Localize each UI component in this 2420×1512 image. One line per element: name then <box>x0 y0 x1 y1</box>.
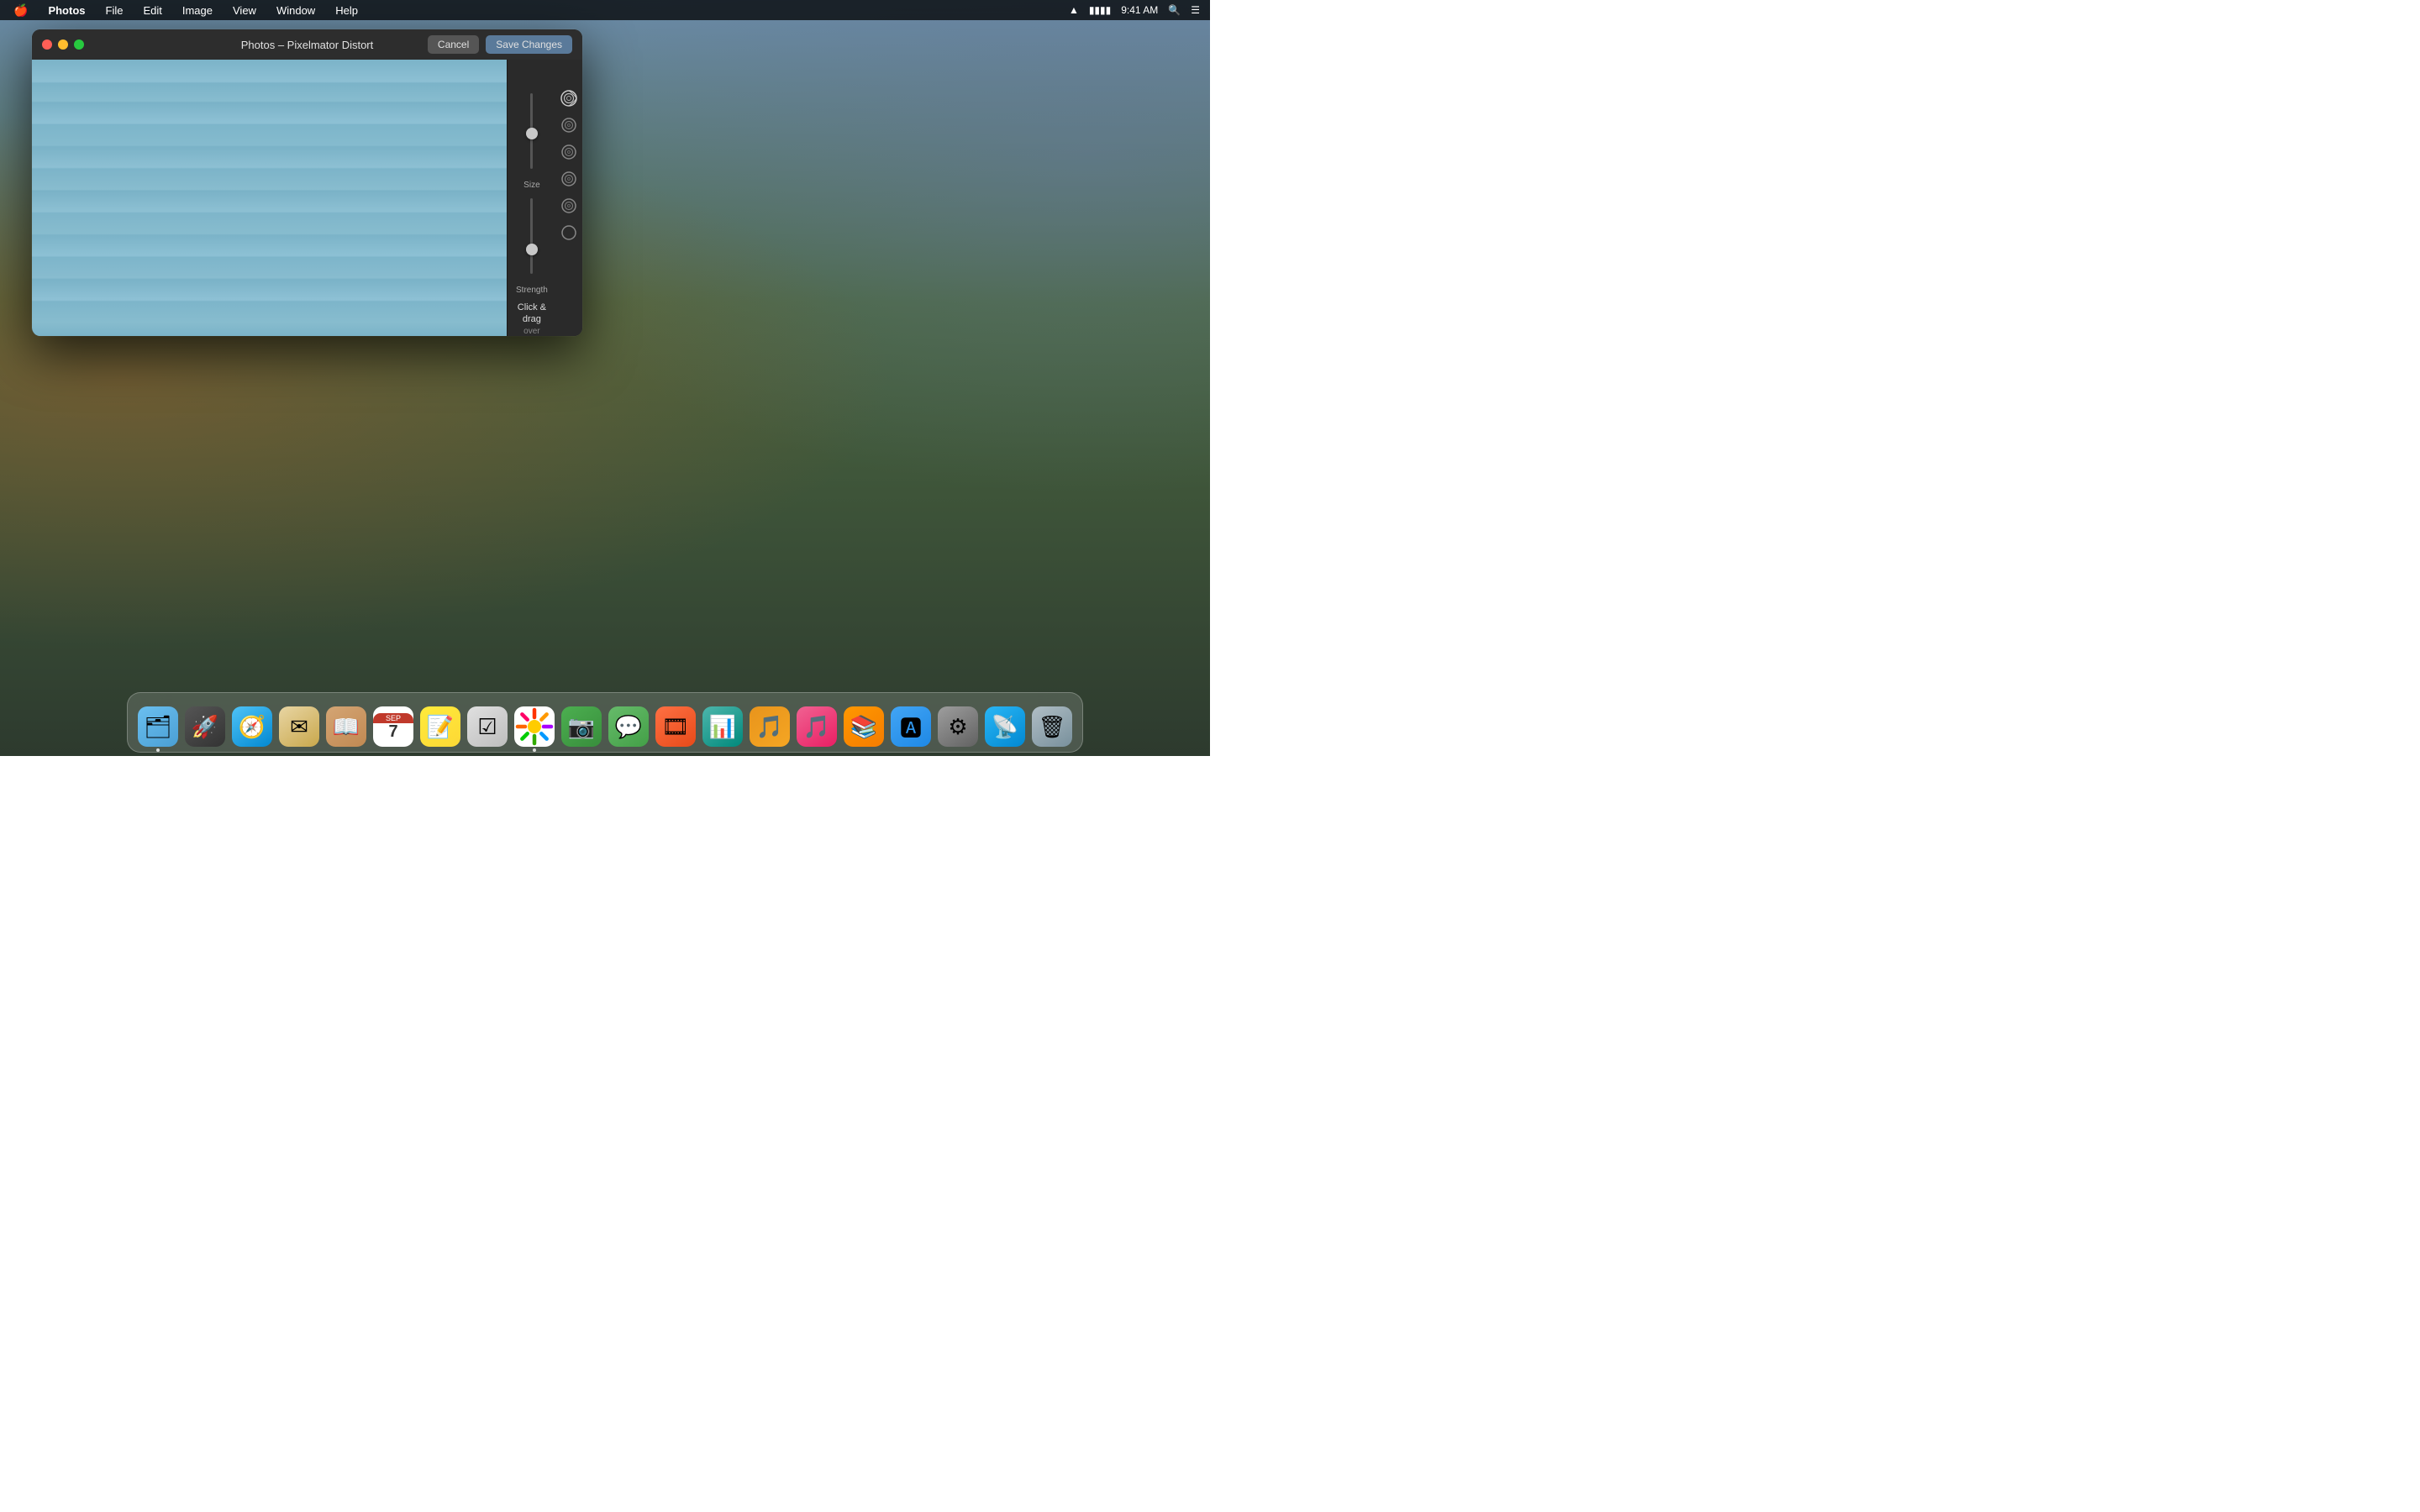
dock-item-safari[interactable]: 🧭 <box>230 703 274 747</box>
sysprefs-icon: ⚙ <box>938 706 978 747</box>
titlebar-actions: Cancel Save Changes <box>428 35 572 54</box>
photo-area[interactable] <box>32 60 507 336</box>
photo-canvas <box>32 60 507 336</box>
dock-item-launchpad[interactable]: 🚀 <box>183 703 227 747</box>
itunes-icon: 🎵 <box>797 706 837 747</box>
photo-background <box>32 60 507 336</box>
menubar: 🍎 Photos File Edit Image View Window Hel… <box>0 0 1210 20</box>
notification-icon[interactable]: ☰ <box>1191 4 1200 16</box>
dock: 🗂 🚀 🧭 ✉ 📖 SEP 7 📝 <box>127 692 1083 753</box>
mail-icon: ✉ <box>279 706 319 747</box>
sliders-area: Size Strength <box>508 85 556 319</box>
strength-slider-container: Strength <box>508 190 556 295</box>
click-drag-text: Click & drag <box>514 302 550 326</box>
ibooks-icon: 📚 <box>844 706 884 747</box>
tools-area <box>556 85 582 319</box>
dock-item-finder[interactable]: 🗂 <box>136 703 180 747</box>
menubar-view[interactable]: View <box>229 3 260 18</box>
dock-item-mail[interactable]: ✉ <box>277 703 321 747</box>
menubar-left: 🍎 Photos File Edit Image View Window Hel… <box>10 2 361 19</box>
dock-item-appstore[interactable]: 🅰 <box>889 703 933 747</box>
messages-icon: 💬 <box>608 706 649 747</box>
trash-icon: 🗑 <box>1032 706 1072 747</box>
dock-item-reminders[interactable]: ☑ <box>466 703 509 747</box>
window-minimize-button[interactable] <box>58 39 68 50</box>
twirl-cw-tool[interactable] <box>559 115 579 135</box>
desktop: 🍎 Photos File Edit Image View Window Hel… <box>0 0 1210 756</box>
safari-icon: 🧭 <box>232 706 272 747</box>
size-slider-track[interactable] <box>530 93 534 169</box>
airdrop-icon: 📡 <box>985 706 1025 747</box>
appstore-icon: 🅰 <box>891 706 931 747</box>
window-close-button[interactable] <box>42 39 52 50</box>
dock-item-trash[interactable]: 🗑 <box>1030 703 1074 747</box>
window-title: Photos – Pixelmator Distort <box>241 39 374 51</box>
keynote-icon: 🎞 <box>655 706 696 747</box>
size-label: Size <box>523 181 539 190</box>
sidebar: Size Strength <box>507 60 582 336</box>
size-thumb[interactable] <box>526 128 538 139</box>
dock-item-numbers[interactable]: 📊 <box>701 703 744 747</box>
menubar-right: ▲ ▮▮▮▮ 9:41 AM 🔍 ☰ <box>1069 4 1200 16</box>
size-track <box>530 93 533 169</box>
wifi-icon: ▲ <box>1069 4 1079 16</box>
window-content: Size Strength <box>32 60 582 336</box>
facetime-icon: 📷 <box>561 706 602 747</box>
instructions-sub-text: over areas to distort. <box>514 326 550 336</box>
dock-item-system-preferences[interactable]: ⚙ <box>936 703 980 747</box>
dock-item-airdrop[interactable]: 📡 <box>983 703 1027 747</box>
menubar-image[interactable]: Image <box>179 3 216 18</box>
reminders-icon: ☑ <box>467 706 508 747</box>
finder-dot <box>156 748 160 752</box>
instructions: Click & drag over areas to distort. <box>508 295 556 336</box>
window-controls <box>42 39 84 50</box>
dock-item-ibooks[interactable]: 📚 <box>842 703 886 747</box>
battery-icon: ▮▮▮▮ <box>1089 4 1111 16</box>
titlebar: Photos – Pixelmator Distort Cancel Save … <box>32 29 582 60</box>
calendar-icon: SEP 7 <box>373 706 413 747</box>
save-changes-button[interactable]: Save Changes <box>486 35 572 54</box>
notes-icon: 📝 <box>420 706 460 747</box>
dock-item-keynote[interactable]: 🎞 <box>654 703 697 747</box>
numbers-icon: 📊 <box>702 706 743 747</box>
twirl-ccw-tool-3[interactable] <box>559 196 579 216</box>
distort-active-tool[interactable] <box>559 88 579 108</box>
size-slider-container: Size <box>508 85 556 190</box>
menubar-file[interactable]: File <box>103 3 127 18</box>
menubar-window[interactable]: Window <box>273 3 318 18</box>
photos-icon <box>514 706 555 747</box>
contacts-icon: 📖 <box>326 706 366 747</box>
pages-icon: 🎵 <box>750 706 790 747</box>
menubar-help[interactable]: Help <box>332 3 361 18</box>
menubar-app-name[interactable]: Photos <box>45 3 88 18</box>
launchpad-icon: 🚀 <box>185 706 225 747</box>
dock-item-notes[interactable]: 📝 <box>418 703 462 747</box>
clock: 9:41 AM <box>1121 4 1158 16</box>
twirl-ccw-tool-1[interactable] <box>559 142 579 162</box>
window-maximize-button[interactable] <box>74 39 84 50</box>
finder-icon: 🗂 <box>138 706 178 747</box>
strength-slider-track[interactable] <box>530 198 534 274</box>
dock-item-messages[interactable]: 💬 <box>607 703 650 747</box>
dock-item-itunes[interactable]: 🎵 <box>795 703 839 747</box>
strength-thumb[interactable] <box>526 244 538 255</box>
dock-item-contacts[interactable]: 📖 <box>324 703 368 747</box>
menubar-edit[interactable]: Edit <box>139 3 165 18</box>
cancel-button[interactable]: Cancel <box>428 35 479 54</box>
twirl-ccw-tool-2[interactable] <box>559 169 579 189</box>
dock-item-calendar[interactable]: SEP 7 <box>371 703 415 747</box>
app-window: Photos – Pixelmator Distort Cancel Save … <box>32 29 582 336</box>
strength-track <box>530 198 533 274</box>
sidebar-inner: Size Strength <box>508 76 582 328</box>
photos-dot <box>533 748 536 752</box>
apple-menu[interactable]: 🍎 <box>10 2 31 19</box>
strength-label: Strength <box>516 286 548 295</box>
dock-item-pages[interactable]: 🎵 <box>748 703 792 747</box>
dock-item-facetime[interactable]: 📷 <box>560 703 603 747</box>
circle-tool[interactable] <box>559 223 579 243</box>
dock-item-photos[interactable] <box>513 703 556 747</box>
search-icon[interactable]: 🔍 <box>1168 4 1181 16</box>
